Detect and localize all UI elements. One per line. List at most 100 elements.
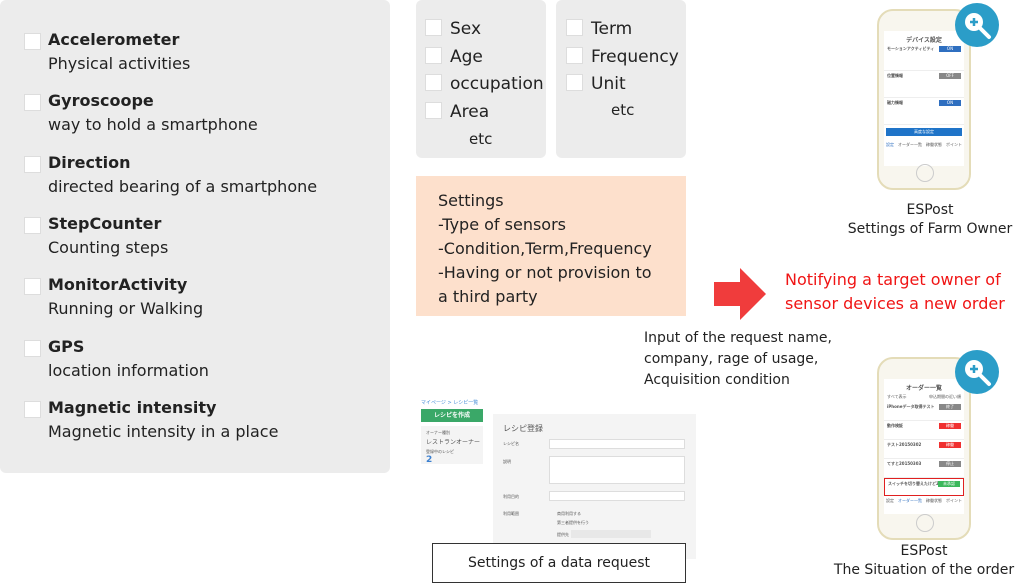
order-row[interactable]: テスト20150302 稼働 xyxy=(884,440,964,459)
tab-item[interactable]: 稼働状態 xyxy=(926,142,942,148)
order-name: 動作検証 xyxy=(887,423,903,428)
recipe-form: レシピ登録 レシピ名 説明 利用目的 利用範囲 商用利用する 第三者提供を行う … xyxy=(493,414,696,559)
owner-value: レストランオーナー xyxy=(426,439,481,446)
sensor-title: MonitorActivity xyxy=(48,275,188,295)
checkbox[interactable] xyxy=(425,46,442,64)
order-name: テスト20150302 xyxy=(887,442,922,447)
advanced-settings-button[interactable]: 高度な設定 xyxy=(886,128,962,136)
owner-label: オーナー種別 xyxy=(426,430,450,435)
count-value: 2 xyxy=(426,455,433,465)
order-row[interactable]: iPhoneデータ取得テスト 終了 xyxy=(884,402,964,421)
condition-option[interactable]: Unit xyxy=(566,74,626,94)
field-label: 説明 xyxy=(503,459,511,464)
phone-title: オーダー一覧 xyxy=(905,385,942,392)
tab-item[interactable]: 稼働状態 xyxy=(926,498,942,504)
checkbox[interactable] xyxy=(425,101,442,119)
setting-row: 位置情報 OFF xyxy=(884,71,964,98)
sensor-checkbox[interactable] xyxy=(24,33,41,50)
tab-item[interactable]: オーダー一覧 xyxy=(898,498,922,504)
option-label: Age xyxy=(450,46,483,67)
checkbox[interactable] xyxy=(425,19,442,36)
notify-line: Notifying a target owner of xyxy=(785,270,1001,289)
condition-option[interactable]: Term xyxy=(566,19,632,39)
toggle-switch[interactable]: OFF xyxy=(939,73,961,79)
zoom-in-icon[interactable] xyxy=(955,350,999,394)
recipe-name-input[interactable] xyxy=(549,439,685,449)
checkbox[interactable] xyxy=(425,74,442,91)
settings-box: Settings -Type of sensors -Condition,Ter… xyxy=(416,176,686,316)
provider-label: 提供先 xyxy=(557,532,569,537)
settings-line: a third party xyxy=(438,287,538,306)
checkbox[interactable] xyxy=(566,19,583,36)
settings-line: Settings xyxy=(438,191,504,210)
setting-label: 磁力情報 xyxy=(887,100,903,105)
attribute-option[interactable]: Area xyxy=(425,101,489,122)
option-third-party[interactable]: 第三者提供を行う xyxy=(557,520,589,526)
note-line: company, rage of usage, xyxy=(644,351,819,367)
breadcrumb: マイページ > レシピ一覧 xyxy=(421,400,479,406)
order-name: てすと20150303 xyxy=(887,461,922,466)
tab-item[interactable]: ポイント xyxy=(946,498,962,504)
input-note: Input of the request name, company, rage… xyxy=(644,328,832,391)
condition-option[interactable]: Frequency xyxy=(566,46,679,67)
zoom-in-icon[interactable] xyxy=(955,3,999,47)
checkbox[interactable] xyxy=(566,74,583,91)
sensor-title: GPS xyxy=(48,336,85,356)
sensor-desc: Physical activities xyxy=(48,54,191,73)
sensor-desc: Running or Walking xyxy=(48,299,204,319)
conditions-etc: etc xyxy=(611,101,635,119)
arrow-right-icon xyxy=(714,268,766,320)
create-recipe-button[interactable]: レシピを作成 xyxy=(421,409,483,422)
caption-box: Settings of a data request xyxy=(432,543,686,583)
attribute-option[interactable]: occupation xyxy=(425,74,544,94)
option-label: Frequency xyxy=(591,46,679,67)
order-status-badge: 稼働 xyxy=(939,442,961,448)
tab-item[interactable]: 設定 xyxy=(886,142,894,148)
phone-orders-caption: ESPost The Situation of the order xyxy=(824,542,1016,580)
sensor-checkbox[interactable] xyxy=(24,400,41,418)
setting-label: モーションアクティビティ xyxy=(887,46,935,51)
toggle-switch[interactable]: ON xyxy=(939,100,961,106)
order-name: iPhoneデータ取得テスト xyxy=(887,404,935,409)
sensor-checkbox[interactable] xyxy=(24,94,41,112)
attribute-option[interactable]: Age xyxy=(425,46,483,67)
sensor-title: StepCounter xyxy=(48,213,162,233)
description-input[interactable] xyxy=(549,456,685,484)
tab-item[interactable]: 設定 xyxy=(886,498,894,504)
order-row[interactable]: スイッチを切り替えたけど2 未承認 xyxy=(884,478,964,496)
settings-line: -Type of sensors xyxy=(438,215,567,234)
note-line: Acquisition condition xyxy=(644,372,790,388)
field-label: 利用目的 xyxy=(503,494,519,499)
sensor-checkbox[interactable] xyxy=(24,278,41,296)
purpose-input[interactable] xyxy=(549,491,685,501)
order-row[interactable]: 動作検証 稼働 xyxy=(884,421,964,440)
order-name: スイッチを切り替えたけど2 xyxy=(888,481,939,486)
filter-left[interactable]: すべて表示 xyxy=(887,394,907,400)
setting-row: 磁力情報 ON xyxy=(884,98,964,125)
sensor-checkbox[interactable] xyxy=(24,155,41,173)
caption-line: ESPost xyxy=(906,202,954,218)
notify-line: sensor devices a new order xyxy=(785,294,1005,313)
home-button xyxy=(916,164,934,182)
field-label: 利用範囲 xyxy=(503,511,519,516)
sensor-checkbox[interactable] xyxy=(24,339,41,357)
checkbox[interactable] xyxy=(566,46,583,64)
provider-input[interactable] xyxy=(571,530,651,538)
order-row[interactable]: てすと20150303 停止 xyxy=(884,459,964,478)
caption-line: ESPost xyxy=(900,543,948,559)
filter-right[interactable]: 申込期間の近い順 xyxy=(929,394,961,400)
caption-line: Settings of Farm Owner xyxy=(847,221,1013,237)
sensor-title: Accelerometer xyxy=(48,30,180,49)
option-commercial[interactable]: 商用利用する xyxy=(557,511,581,517)
sensor-checkbox[interactable] xyxy=(24,216,41,234)
option-label: Unit xyxy=(591,74,626,94)
data-request-screenshot: マイページ > レシピ一覧 レシピを作成 オーナー種別 レストランオーナー 登録… xyxy=(416,398,706,583)
attribute-option[interactable]: Sex xyxy=(425,19,481,39)
note-line: Input of the request name, xyxy=(644,330,832,346)
tab-item[interactable]: ポイント xyxy=(946,142,962,148)
form-title: レシピ登録 xyxy=(503,424,543,433)
tab-item[interactable]: オーダー一覧 xyxy=(898,142,922,148)
sensor-desc: directed bearing of a smartphone xyxy=(48,176,318,196)
sensor-desc: Counting steps xyxy=(48,237,169,257)
phone-title: デバイス設定 xyxy=(906,37,942,44)
